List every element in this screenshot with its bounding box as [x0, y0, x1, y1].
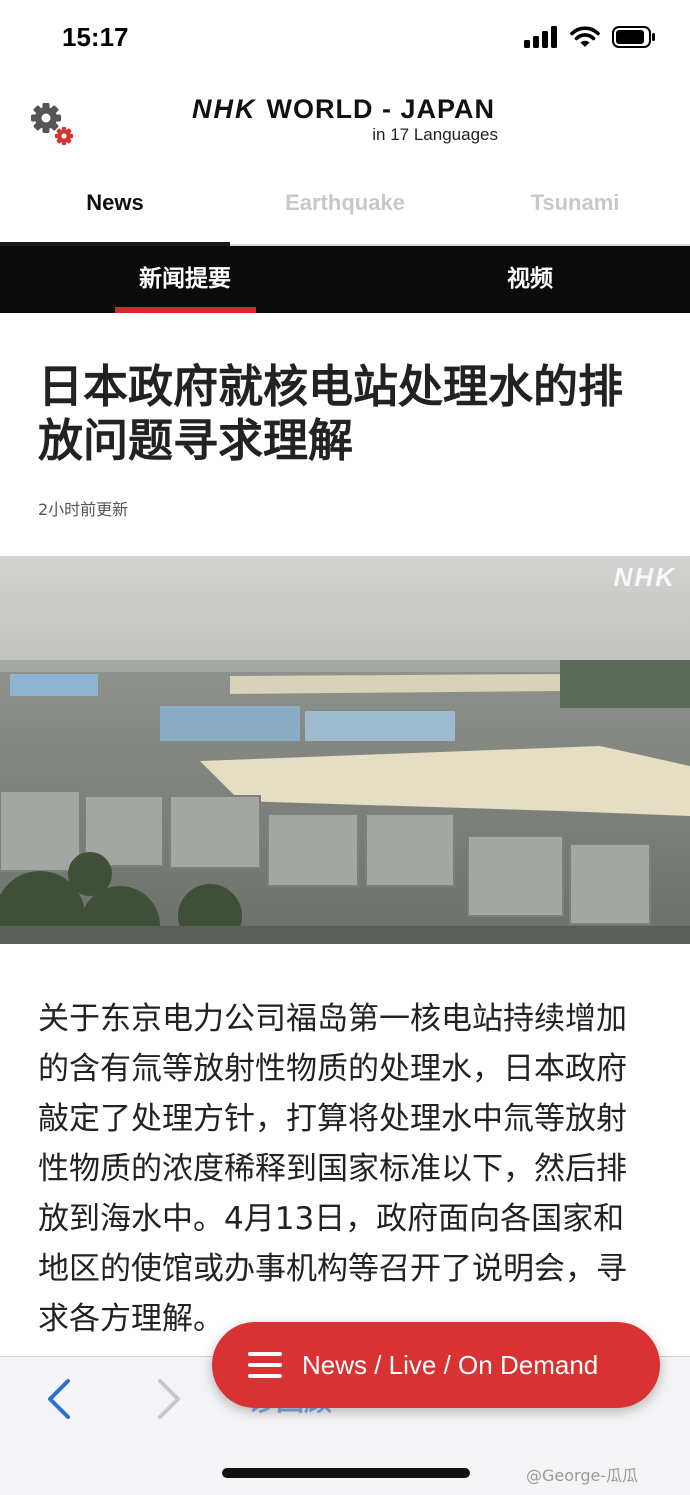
article-body: 关于东京电力公司福岛第一核电站持续增加的含有氚等放射性物质的处理水，日本政府敲定…	[38, 1001, 627, 1337]
status-bar: 15:17	[0, 0, 690, 78]
home-indicator[interactable]	[222, 1468, 470, 1478]
menu-icon	[248, 1352, 282, 1378]
logo-nhk: NHK	[192, 94, 257, 124]
article-photo: NHK	[0, 556, 690, 944]
back-arrow-icon[interactable]	[40, 1375, 80, 1423]
tab-news[interactable]: News	[0, 172, 230, 246]
article-updated-time: 2小时前更新	[38, 500, 129, 519]
wifi-icon	[570, 26, 600, 47]
logo-world-japan: WORLD - JAPAN	[266, 94, 495, 124]
tab-bar: News Earthquake Tsunami	[0, 172, 690, 246]
status-time: 15:17	[62, 22, 129, 52]
storage-tanks-photo	[0, 556, 690, 944]
gear-icon[interactable]	[26, 98, 78, 150]
tab-earthquake[interactable]: Earthquake	[230, 172, 460, 244]
signal-icon	[524, 26, 557, 48]
tab-tsunami[interactable]: Tsunami	[460, 172, 690, 244]
battery-icon	[612, 26, 655, 48]
brand-logo: NHK WORLD - JAPAN in 17 Languages	[192, 94, 502, 145]
article-headline: 日本政府就核电站处理水的排放问题寻求理解	[38, 360, 624, 467]
fab-label: News / Live / On Demand	[302, 1350, 599, 1380]
logo-text: NHK WORLD - JAPAN	[192, 94, 502, 125]
app-header: NHK WORLD - JAPAN in 17 Languages	[0, 78, 690, 170]
subnav-video[interactable]: 视频	[370, 246, 690, 313]
logo-subtitle: in 17 Languages	[372, 125, 498, 144]
weibo-watermark: @George-瓜瓜	[526, 1466, 639, 1485]
photo-watermark: NHK	[613, 562, 676, 592]
news-live-on-demand-button[interactable]: News / Live / On Demand	[212, 1322, 660, 1408]
subnav-news-summary[interactable]: 新闻提要	[0, 246, 370, 313]
status-icons	[524, 26, 656, 48]
sub-navigation: 新闻提要 视频	[0, 246, 690, 313]
forward-arrow-icon[interactable]	[148, 1375, 188, 1423]
